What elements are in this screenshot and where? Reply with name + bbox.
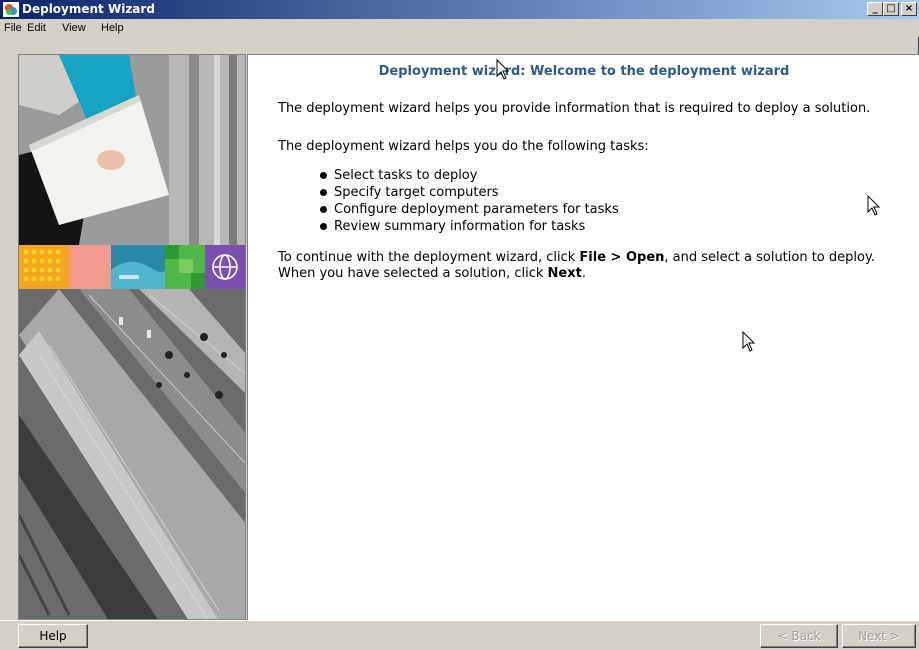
list-item: Select tasks to deploy: [320, 167, 619, 184]
continue-text: .: [581, 266, 586, 281]
tasks-intro-text: The deployment wizard helps you do the f…: [278, 139, 649, 154]
title-bar[interactable]: Deployment Wizard _ □ ×: [0, 0, 919, 19]
page-title: Deployment wizard: Welcome to the deploy…: [378, 64, 790, 79]
menu-file[interactable]: File: [4, 22, 22, 35]
mouse-pointer-icon: [867, 195, 881, 216]
menu-bar: File Edit View Help: [0, 19, 919, 37]
file-open-emphasis: File > Open: [579, 250, 665, 265]
app-icon: [3, 2, 19, 17]
wizard-content-pane: Deployment wizard: Welcome to the deploy…: [247, 54, 919, 620]
next-button[interactable]: Next >: [842, 624, 916, 648]
list-item: Review summary information for tasks: [320, 218, 619, 235]
mouse-pointer-icon: [496, 59, 510, 80]
button-bar: Help < Back Next >: [0, 620, 919, 650]
wizard-banner-image: [18, 54, 246, 620]
minimize-button[interactable]: _: [867, 2, 883, 16]
deployment-wizard-window: Deployment Wizard _ □ × File Edit View H…: [0, 0, 919, 650]
window-title: Deployment Wizard: [22, 2, 155, 16]
menu-view[interactable]: View: [62, 22, 86, 35]
mouse-pointer-icon: [742, 331, 756, 352]
task-list: Select tasks to deploy Specify target co…: [320, 167, 619, 235]
intro-text: The deployment wizard helps you provide …: [278, 101, 871, 116]
menu-edit[interactable]: Edit: [27, 22, 46, 35]
close-button[interactable]: ×: [901, 2, 917, 16]
continue-instructions: To continue with the deployment wizard, …: [278, 250, 878, 282]
banner-collage: [19, 55, 245, 619]
list-item: Specify target computers: [320, 184, 619, 201]
menu-help[interactable]: Help: [101, 22, 124, 35]
list-item: Configure deployment parameters for task…: [320, 201, 619, 218]
continue-text: To continue with the deployment wizard, …: [278, 250, 580, 265]
next-emphasis: Next: [547, 266, 582, 281]
maximize-button[interactable]: □: [883, 2, 899, 16]
help-button[interactable]: Help: [18, 624, 88, 648]
back-button[interactable]: < Back: [760, 624, 838, 648]
